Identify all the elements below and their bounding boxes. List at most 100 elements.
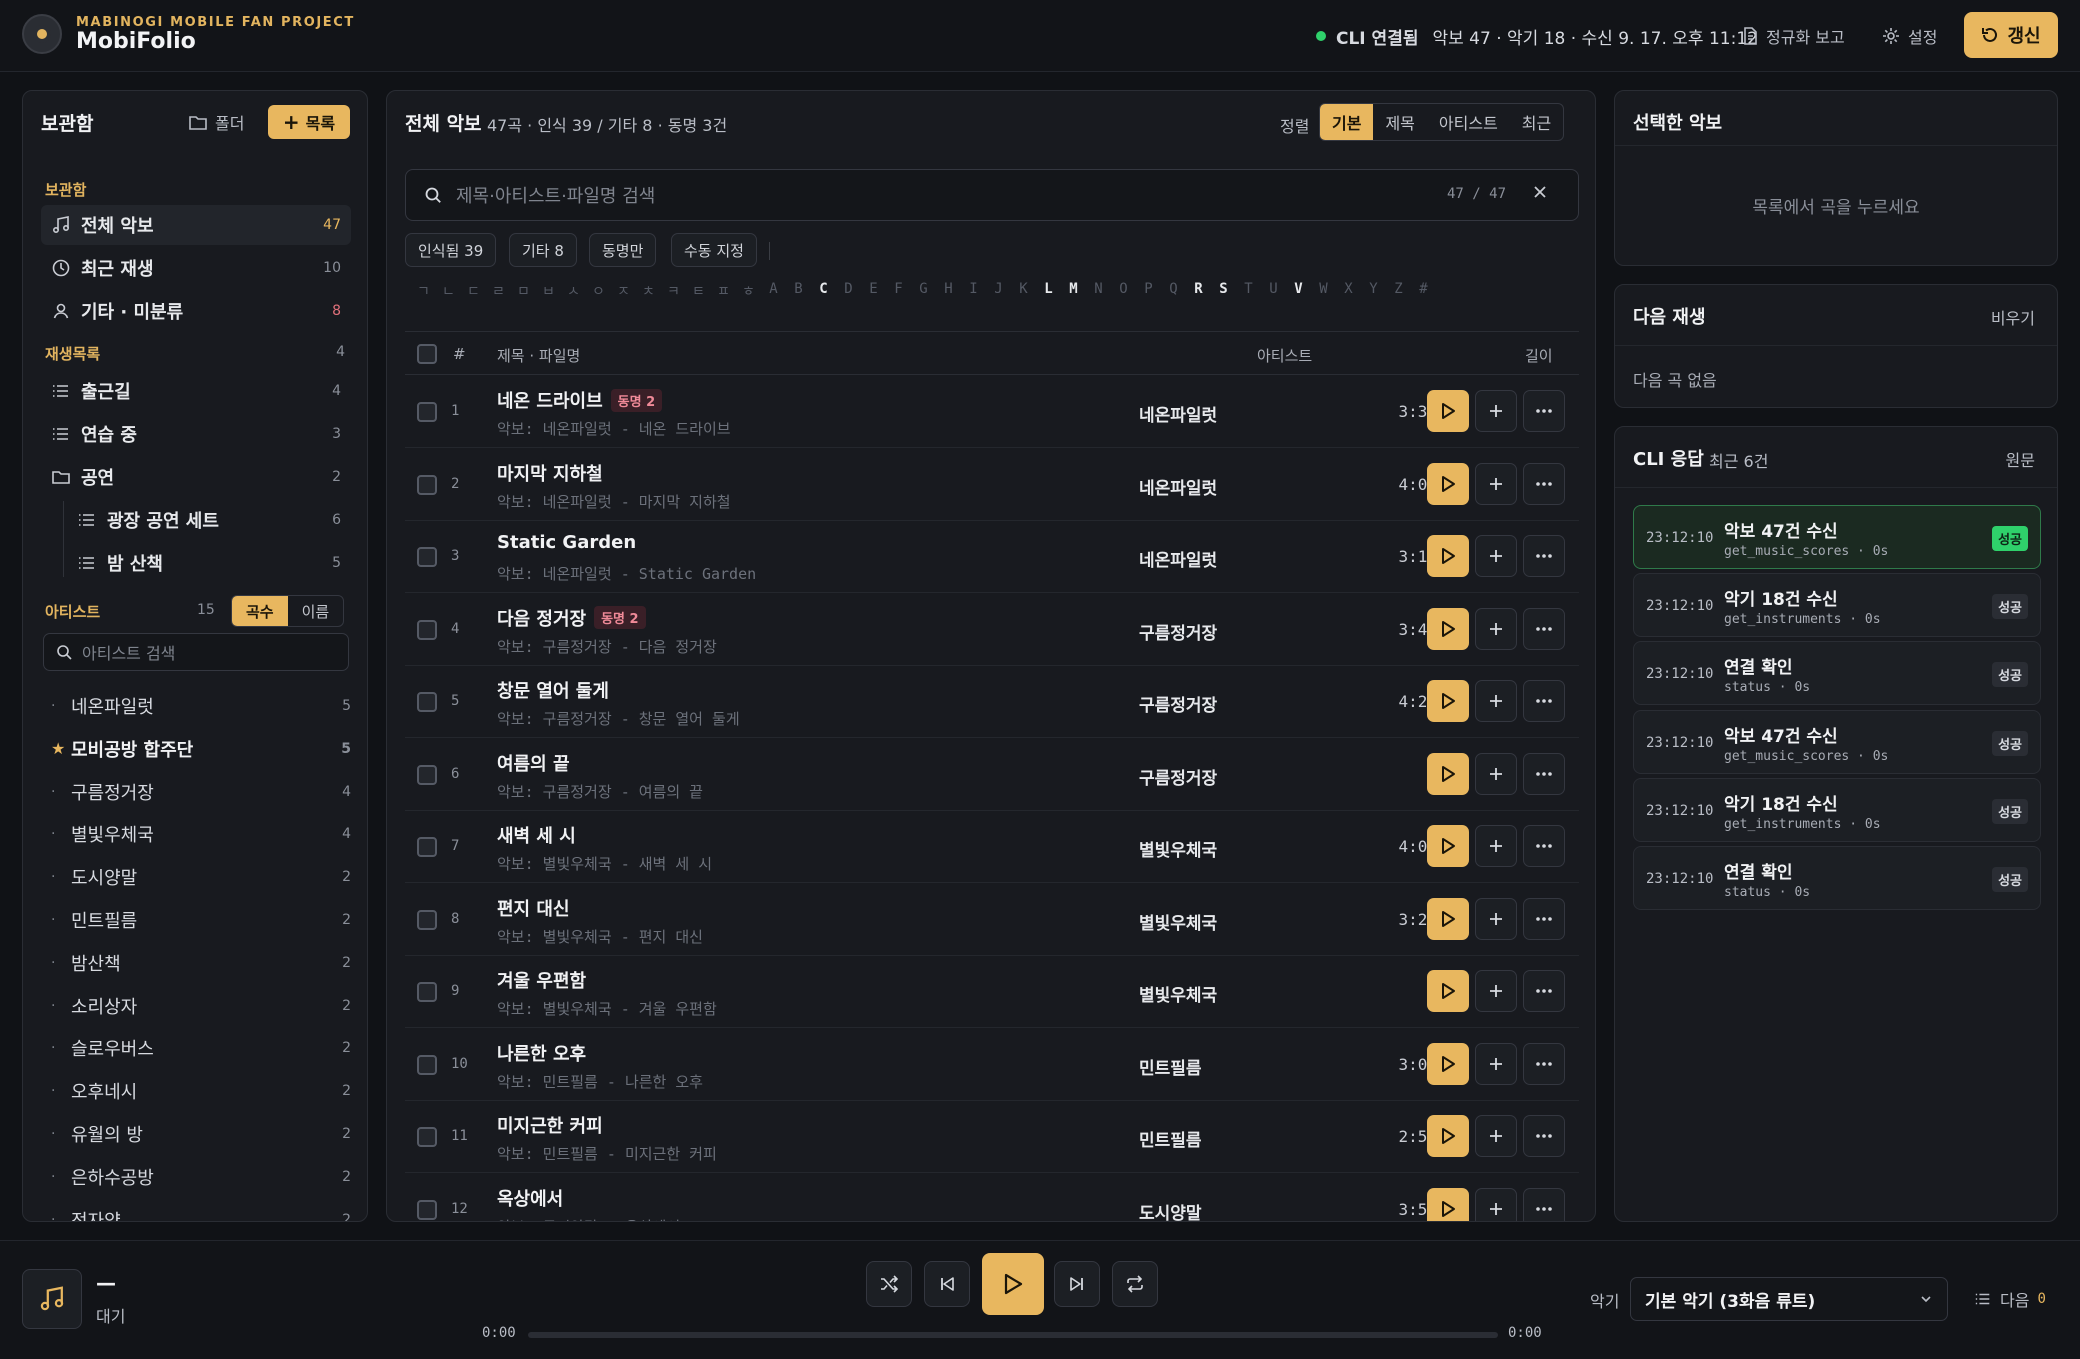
filter-chip-duplicates[interactable]: 동명만 (589, 233, 657, 267)
alphabet-jump[interactable]: H (936, 281, 961, 305)
cli-log-entry[interactable]: 23:12:10 연결 확인 status · 0s 성공 (1633, 641, 2041, 706)
more-options-button[interactable] (1523, 825, 1565, 867)
row-checkbox[interactable] (417, 619, 437, 640)
play-song-button[interactable] (1427, 680, 1469, 722)
alphabet-jump[interactable]: P (1136, 281, 1161, 305)
sort-artist[interactable]: 아티스트 (1427, 104, 1510, 140)
table-row[interactable]: 2 마지막 지하철 악보: 네온파일럿 - 마지막 지하철 네온파일럿 4:08 (405, 449, 1579, 521)
previous-button[interactable] (924, 1261, 970, 1307)
artist-item[interactable]: ★ 모비공방 합주단 5 (51, 731, 351, 767)
play-song-button[interactable] (1427, 1187, 1469, 1221)
play-song-button[interactable] (1427, 1042, 1469, 1085)
artist-item[interactable]: · 유월의 방 2 (51, 1116, 351, 1152)
sort-recent[interactable]: 최근 (1510, 104, 1563, 140)
alphabet-jump[interactable]: ㄹ (486, 281, 511, 305)
alphabet-jump[interactable]: ㅎ (736, 281, 761, 305)
artist-item[interactable]: · 오후네시 2 (51, 1073, 351, 1109)
row-checkbox[interactable] (417, 1127, 437, 1147)
artist-item[interactable]: · 도시양말 2 (51, 859, 351, 895)
play-song-button[interactable] (1427, 752, 1469, 795)
more-options-button[interactable] (1523, 1115, 1565, 1157)
alphabet-jump[interactable]: ㅅ (561, 281, 586, 305)
table-row[interactable]: 6 여름의 끝 악보: 구름정거장 - 여름의 끝 구름정거장 (405, 739, 1579, 811)
folder-button[interactable]: 폴더 (189, 107, 244, 137)
more-options-button[interactable] (1523, 1187, 1565, 1221)
sidebar-item-recent[interactable]: 최근 재생 10 (41, 248, 351, 288)
alphabet-jump[interactable]: ㅈ (611, 281, 636, 305)
alphabet-jump[interactable]: ㅂ (536, 281, 561, 305)
row-checkbox[interactable] (417, 982, 437, 1002)
alphabet-jump[interactable]: I (961, 281, 986, 305)
add-to-queue-button[interactable] (1475, 607, 1517, 650)
artist-item[interactable]: · 슬로우버스 2 (51, 1030, 351, 1066)
more-options-button[interactable] (1523, 1042, 1565, 1085)
alphabet-jump[interactable]: B (786, 281, 811, 305)
select-all-checkbox[interactable] (417, 344, 437, 364)
sidebar-item-playlist[interactable]: 연습 중 3 (41, 414, 351, 454)
alphabet-jump[interactable]: ㅍ (711, 281, 736, 305)
artist-item[interactable]: · 민트필름 2 (51, 902, 351, 938)
play-button[interactable] (982, 1253, 1044, 1315)
add-to-queue-button[interactable] (1475, 1187, 1517, 1221)
alphabet-jump[interactable]: N (1086, 281, 1111, 305)
filter-chip-manual[interactable]: 수동 지정 (671, 233, 757, 267)
row-checkbox[interactable] (417, 1054, 437, 1075)
add-to-queue-button[interactable] (1475, 390, 1517, 432)
alphabet-jump[interactable]: ㅊ (636, 281, 661, 305)
sidebar-item-playlist[interactable]: 밤 산책 5 (67, 543, 351, 583)
alphabet-jump[interactable]: # (1411, 281, 1436, 305)
instrument-select[interactable]: 기본 악기 (3화음 류트) (1630, 1277, 1948, 1321)
alphabet-jump[interactable]: Z (1386, 281, 1411, 305)
sort-default[interactable]: 기본 (1320, 104, 1374, 140)
add-to-queue-button[interactable] (1475, 752, 1517, 795)
table-row[interactable]: 3 Static Garden 악보: 네온파일럿 - Static Garden 네… (405, 521, 1579, 593)
progress-bar[interactable] (528, 1332, 1498, 1338)
sidebar-item-uncategorized[interactable]: 기타 · 미분류 8 (41, 291, 351, 331)
sidebar-item-playlist[interactable]: 출근길 4 (41, 371, 351, 411)
play-song-button[interactable] (1427, 825, 1469, 867)
table-row[interactable]: 12옥상에서악보: 도시양말 - 옥상에서도시양말3:52 (405, 1174, 1579, 1221)
cli-log-entry[interactable]: 23:12:10 연결 확인 status · 0s 성공 (1633, 846, 2041, 910)
play-song-button[interactable] (1427, 607, 1469, 650)
alphabet-jump[interactable]: F (886, 281, 911, 305)
filter-chip-other[interactable]: 기타 8 (509, 233, 577, 267)
artist-sort-count[interactable]: 곡수 (232, 596, 288, 626)
alphabet-jump[interactable]: C (811, 281, 836, 305)
play-song-button[interactable] (1427, 1115, 1469, 1157)
table-row[interactable]: 9 겨울 우편함 악보: 별빛우체국 - 겨울 우편함 별빛우체국 (405, 956, 1579, 1028)
filter-chip-recognized[interactable]: 인식됨 39 (405, 233, 497, 267)
normalize-report-button[interactable]: 정규화 보고 (1742, 16, 1845, 56)
alphabet-jump[interactable]: ㄷ (461, 281, 486, 305)
table-row[interactable]: 1 네온 드라이브 동명 2 악보: 네온파일럿 - 네온 드라이브 네온파일럿 3:34 (405, 376, 1579, 448)
cli-log-entry[interactable]: 23:12:10 악기 18건 수신 get_instruments · 0s 성공 (1633, 573, 2041, 638)
settings-button[interactable]: 설정 (1882, 16, 1937, 56)
row-checkbox[interactable] (417, 692, 437, 712)
add-list-button[interactable]: + 목록 (268, 105, 350, 139)
more-options-button[interactable] (1523, 897, 1565, 940)
table-row[interactable]: 5 창문 열어 둘게 악보: 구름정거장 - 창문 열어 둘게 구름정거장 4:21 (405, 666, 1579, 738)
queue-button[interactable]: 다음 0 (1974, 1287, 2046, 1311)
refresh-button[interactable]: 갱신 (1964, 12, 2058, 58)
clear-queue-button[interactable]: 비우기 (1991, 305, 2035, 329)
add-to-queue-button[interactable] (1475, 680, 1517, 722)
more-options-button[interactable] (1523, 680, 1565, 722)
add-to-queue-button[interactable] (1475, 1042, 1517, 1085)
cli-raw-button[interactable]: 원문 (2006, 447, 2035, 471)
table-row[interactable]: 8 편지 대신 악보: 별빛우체국 - 편지 대신 별빛우체국 3:29 (405, 884, 1579, 956)
sidebar-item-playlist[interactable]: 광장 공연 세트 6 (67, 500, 351, 540)
cli-log-entry[interactable]: 23:12:10 악기 18건 수신 get_instruments · 0s 성공 (1633, 777, 2041, 842)
sidebar-item-all-scores[interactable]: 전체 악보 47 (41, 205, 351, 245)
add-to-queue-button[interactable] (1475, 825, 1517, 867)
play-song-button[interactable] (1427, 970, 1469, 1012)
artist-item[interactable]: · 밤산책 2 (51, 945, 351, 981)
more-options-button[interactable] (1523, 390, 1565, 432)
add-to-queue-button[interactable] (1475, 1115, 1517, 1157)
alphabet-jump[interactable]: O (1111, 281, 1136, 305)
alphabet-jump[interactable]: G (911, 281, 936, 305)
table-row[interactable]: 10 나른한 오후 악보: 민트필름 - 나른한 오후 민트필름 3:08 (405, 1029, 1579, 1101)
alphabet-jump[interactable]: U (1261, 281, 1286, 305)
row-checkbox[interactable] (417, 474, 437, 495)
alphabet-jump[interactable]: S (1211, 281, 1236, 305)
play-song-button[interactable] (1427, 390, 1469, 432)
play-song-button[interactable] (1427, 897, 1469, 940)
